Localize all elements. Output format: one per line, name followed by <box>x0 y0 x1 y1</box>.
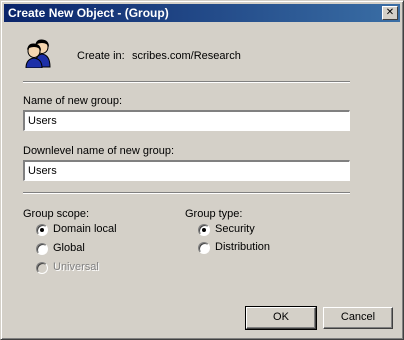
dialog-title: Create New Object - (Group) <box>8 6 169 20</box>
radio-checked-icon <box>198 224 210 236</box>
create-group-dialog: Create New Object - (Group) ✕ Create in:… <box>0 0 404 340</box>
cancel-button-label: Cancel <box>340 311 376 323</box>
scope-universal-label: Universal <box>53 261 99 273</box>
group-name-label: Name of new group: <box>23 95 123 107</box>
group-name-input[interactable]: Users <box>22 109 351 132</box>
radio-checked-icon <box>36 224 48 236</box>
scope-domain-local-label: Domain local <box>53 223 117 235</box>
create-in-label: Create in: <box>77 50 125 62</box>
close-icon: ✕ <box>385 7 395 18</box>
separator-middle <box>23 192 350 194</box>
type-distribution-label: Distribution <box>215 241 271 253</box>
title-bar[interactable]: Create New Object - (Group) ✕ <box>4 4 400 22</box>
type-security-label: Security <box>215 223 255 235</box>
downlevel-name-label: Downlevel name of new group: <box>23 145 175 157</box>
group-type-label: Group type: <box>185 208 243 220</box>
cancel-button[interactable]: Cancel <box>323 307 393 329</box>
group-scope-label: Group scope: <box>23 208 90 220</box>
group-name-value: Users <box>28 115 57 127</box>
ok-button[interactable]: OK <box>245 306 317 330</box>
separator-top <box>23 81 350 83</box>
radio-disabled-icon <box>36 262 48 274</box>
create-in-path: scribes.com/Research <box>132 50 241 62</box>
downlevel-name-value: Users <box>28 165 57 177</box>
scope-global-label: Global <box>53 242 85 254</box>
close-button[interactable]: ✕ <box>382 6 398 20</box>
ok-button-label: OK <box>273 311 289 323</box>
radio-unchecked-icon <box>198 242 210 254</box>
group-users-icon <box>25 39 51 68</box>
downlevel-name-input[interactable]: Users <box>22 159 351 182</box>
radio-unchecked-icon <box>36 243 48 255</box>
